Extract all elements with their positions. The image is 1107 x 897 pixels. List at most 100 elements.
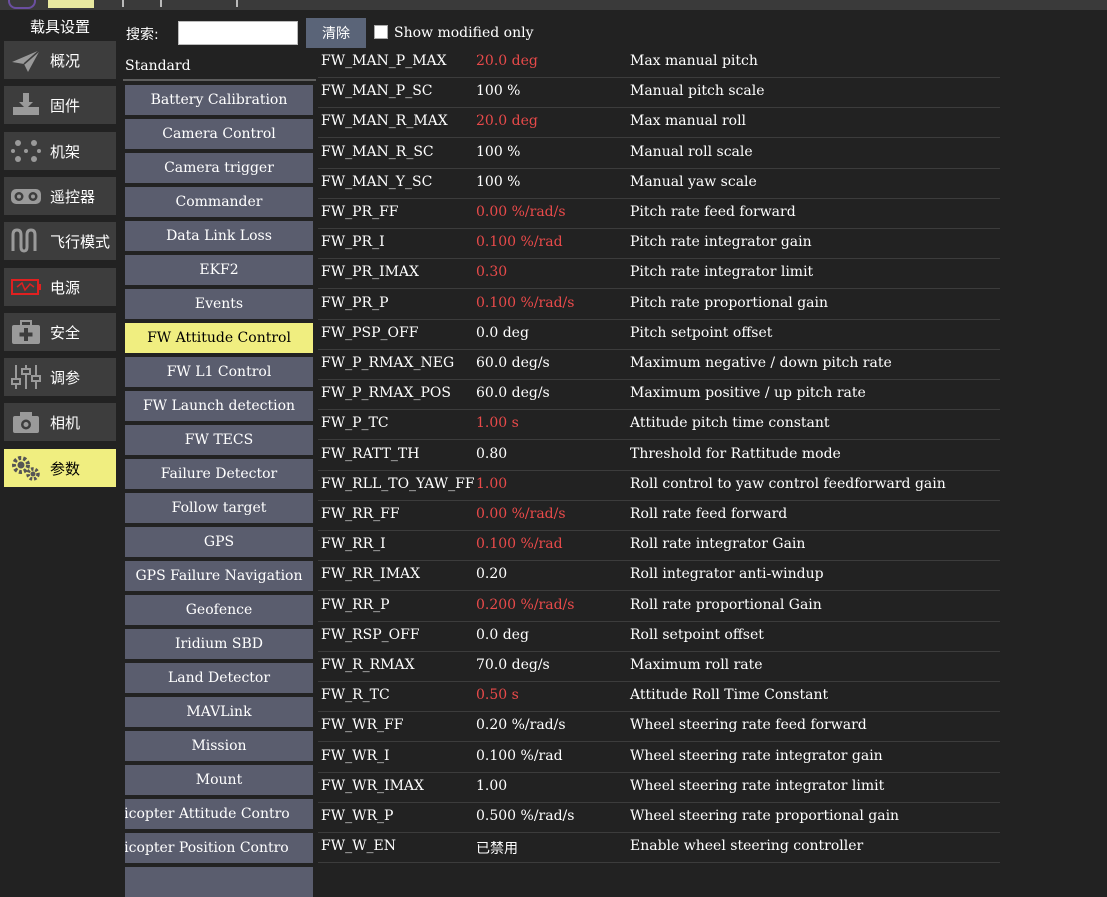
toolbar-icon-1[interactable]: [122, 0, 132, 7]
param-value[interactable]: 0.100 %/rad: [476, 748, 563, 764]
nav-item-3[interactable]: 机架: [4, 132, 116, 170]
param-value[interactable]: 1.00 s: [476, 415, 519, 431]
param-value[interactable]: 100 %: [476, 144, 520, 160]
param-value[interactable]: 0.100 %/rad: [476, 234, 563, 250]
param-value[interactable]: 0.200 %/rad/s: [476, 597, 574, 613]
group-button[interactable]: Events: [125, 289, 313, 319]
param-row[interactable]: FW_RR_I 0.100 %/rad Roll rate integrator G…: [318, 530, 1000, 561]
param-name: FW_P_RMAX_NEG: [321, 355, 455, 371]
param-row[interactable]: FW_MAN_R_SC 100 % Manual roll scale: [318, 138, 1000, 169]
param-value[interactable]: 100 %: [476, 174, 520, 190]
param-row[interactable]: FW_R_TC 0.50 s Attitude Roll Time Constant: [318, 681, 1000, 712]
param-row[interactable]: FW_RR_P 0.200 %/rad/s Roll rate proportion…: [318, 591, 1000, 622]
group-button[interactable]: EKF2: [125, 255, 313, 285]
show-modified-checkbox[interactable]: [374, 25, 388, 39]
group-button[interactable]: Camera Control: [125, 119, 313, 149]
param-row[interactable]: FW_RR_FF 0.00 %/rad/s Roll rate feed forwa…: [318, 500, 1000, 531]
group-button[interactable]: FW TECS: [125, 425, 313, 455]
param-row[interactable]: FW_PR_P 0.100 %/rad/s Pitch rate proportio…: [318, 289, 1000, 320]
group-button[interactable]: Geofence: [125, 595, 313, 625]
app-logo-icon[interactable]: [8, 0, 36, 9]
param-row[interactable]: FW_PR_FF 0.00 %/rad/s Pitch rate feed forw…: [318, 198, 1000, 229]
param-value[interactable]: 0.100 %/rad: [476, 536, 563, 552]
group-button[interactable]: Land Detector: [125, 663, 313, 693]
plane-icon: [10, 46, 42, 74]
param-row[interactable]: FW_P_TC 1.00 s Attitude pitch time constan…: [318, 409, 1000, 440]
group-button[interactable]: Data Link Loss: [125, 221, 313, 251]
param-value[interactable]: 0.50 s: [476, 687, 519, 703]
group-button[interactable]: FW Attitude Control: [125, 323, 313, 353]
param-row[interactable]: FW_WR_FF 0.20 %/rad/s Wheel steering rate …: [318, 711, 1000, 742]
param-value[interactable]: 70.0 deg/s: [476, 657, 550, 673]
nav-item-label: 安全: [50, 324, 81, 342]
toolbar-icon-2[interactable]: [160, 0, 170, 7]
group-button[interactable]: ulticopter Position Contro: [125, 833, 313, 863]
nav-item-8[interactable]: 调参: [4, 358, 116, 396]
param-row[interactable]: FW_PR_I 0.100 %/rad Pitch rate integrator …: [318, 228, 1000, 259]
param-row[interactable]: FW_PSP_OFF 0.0 deg Pitch setpoint offset: [318, 319, 1000, 350]
param-value[interactable]: 0.30: [476, 264, 507, 280]
nav-item-6[interactable]: 电源: [4, 268, 116, 306]
nav-item-4[interactable]: 遥控器: [4, 177, 116, 215]
param-value[interactable]: 20.0 deg: [476, 53, 538, 69]
param-value[interactable]: 0.500 %/rad/s: [476, 808, 574, 824]
param-row[interactable]: FW_W_EN 已禁用 Enable wheel steering controll…: [318, 832, 1000, 863]
group-button[interactable]: MAVLink: [125, 697, 313, 727]
param-value[interactable]: 0.80: [476, 446, 507, 462]
group-button[interactable]: ulticopter Attitude Contro: [125, 799, 313, 829]
param-row[interactable]: FW_MAN_Y_SC 100 % Manual yaw scale: [318, 168, 1000, 199]
param-value[interactable]: 0.0 deg: [476, 325, 529, 341]
nav-item-7[interactable]: 安全: [4, 313, 116, 351]
param-row[interactable]: FW_P_RMAX_POS 60.0 deg/s Maximum positive …: [318, 379, 1000, 410]
group-button[interactable]: Follow target: [125, 493, 313, 523]
param-row[interactable]: FW_PR_IMAX 0.30 Pitch rate integrator limi…: [318, 258, 1000, 289]
group-button[interactable]: GPS: [125, 527, 313, 557]
group-button[interactable]: Commander: [125, 187, 313, 217]
param-row[interactable]: FW_WR_P 0.500 %/rad/s Wheel steering rate …: [318, 802, 1000, 833]
param-value[interactable]: 0.20: [476, 566, 507, 582]
param-value[interactable]: 已禁用: [476, 838, 518, 858]
nav-item-10[interactable]: 参数: [4, 449, 116, 487]
param-description: Manual yaw scale: [630, 174, 757, 190]
group-button[interactable]: FW Launch detection: [125, 391, 313, 421]
param-value[interactable]: 60.0 deg/s: [476, 355, 550, 371]
param-row[interactable]: FW_WR_I 0.100 %/rad Wheel steering rate in…: [318, 742, 1000, 773]
param-value[interactable]: 0.00 %/rad/s: [476, 506, 566, 522]
nav-item-9[interactable]: 相机: [4, 403, 116, 441]
param-row[interactable]: FW_P_RMAX_NEG 60.0 deg/s Maximum negative …: [318, 349, 1000, 380]
toolbar-icon-3[interactable]: [236, 0, 244, 7]
nav-item-5[interactable]: 飞行模式: [4, 222, 116, 260]
group-button[interactable]: Battery Calibration: [125, 85, 313, 115]
param-value[interactable]: 0.20 %/rad/s: [476, 717, 566, 733]
param-row[interactable]: FW_RR_IMAX 0.20 Roll integrator anti-windu…: [318, 560, 1000, 591]
nav-item-2[interactable]: 固件: [4, 86, 116, 124]
param-value[interactable]: 1.00: [476, 778, 507, 794]
group-button[interactable]: Camera trigger: [125, 153, 313, 183]
param-row[interactable]: FW_WR_IMAX 1.00 Wheel steering rate integr…: [318, 772, 1000, 803]
group-button[interactable]: Failure Detector: [125, 459, 313, 489]
param-value[interactable]: 100 %: [476, 83, 520, 99]
nav-item-1[interactable]: 概况: [4, 41, 116, 79]
group-button[interactable]: GPS Failure Navigation: [125, 561, 313, 591]
param-value[interactable]: 0.00 %/rad/s: [476, 204, 566, 220]
param-row[interactable]: FW_R_RMAX 70.0 deg/s Maximum roll rate: [318, 651, 1000, 682]
param-value[interactable]: 0.0 deg: [476, 627, 529, 643]
group-button[interactable]: Mount: [125, 765, 313, 795]
param-row[interactable]: FW_MAN_R_MAX 20.0 deg Max manual roll: [318, 107, 1000, 138]
clear-button[interactable]: 清除: [306, 18, 366, 48]
param-row[interactable]: FW_MAN_P_MAX 20.0 deg Max manual pitch: [318, 47, 1000, 78]
show-modified-label[interactable]: Show modified only: [394, 25, 533, 41]
group-button[interactable]: Iridium SBD: [125, 629, 313, 659]
param-row[interactable]: FW_RLL_TO_YAW_FF 1.00 Roll control to yaw …: [318, 470, 1000, 501]
param-value[interactable]: 60.0 deg/s: [476, 385, 550, 401]
settings-tab-icon[interactable]: [48, 0, 94, 8]
search-input[interactable]: [178, 21, 298, 45]
param-row[interactable]: FW_RATT_TH 0.80 Threshold for Rattitude mo…: [318, 440, 1000, 471]
param-row[interactable]: FW_RSP_OFF 0.0 deg Roll setpoint offset: [318, 621, 1000, 652]
param-value[interactable]: 20.0 deg: [476, 113, 538, 129]
param-value[interactable]: 1.00: [476, 476, 507, 492]
param-value[interactable]: 0.100 %/rad/s: [476, 295, 574, 311]
group-button[interactable]: Mission: [125, 731, 313, 761]
param-row[interactable]: FW_MAN_P_SC 100 % Manual pitch scale: [318, 77, 1000, 108]
group-button[interactable]: FW L1 Control: [125, 357, 313, 387]
